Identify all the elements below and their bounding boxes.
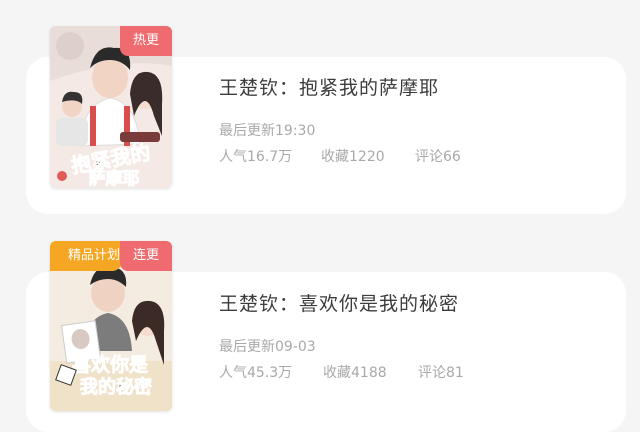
novel-title[interactable]: 王楚钦：喜欢你是我的秘密 [219, 289, 459, 316]
popularity-count: 人气16.7万 [219, 149, 293, 165]
svg-text:我的秘密: 我的秘密 [80, 376, 152, 398]
favorites-count: 收藏4188 [323, 365, 387, 381]
last-updated: 最后更新19:30 [219, 123, 316, 139]
hot-update-badge: 热更 [120, 26, 172, 56]
comments-count: 评论81 [418, 365, 464, 381]
last-updated: 最后更新09-03 [219, 339, 316, 355]
book-cover[interactable]: 抱紧我的 萨摩耶 热更 [50, 26, 172, 188]
premium-plan-badge: 精品计划 [50, 241, 122, 271]
book-cover[interactable]: 喜欢你是 我的秘密 精品计划 连更 [50, 241, 172, 411]
svg-text:喜欢你是: 喜欢你是 [72, 353, 148, 376]
serial-update-badge: 连更 [120, 241, 172, 271]
favorites-count: 收藏1220 [321, 149, 385, 165]
comments-count: 评论66 [415, 149, 461, 165]
popularity-count: 人气45.3万 [219, 365, 293, 381]
novel-title[interactable]: 王楚钦：抱紧我的萨摩耶 [219, 73, 439, 100]
svg-text:萨摩耶: 萨摩耶 [89, 168, 140, 188]
